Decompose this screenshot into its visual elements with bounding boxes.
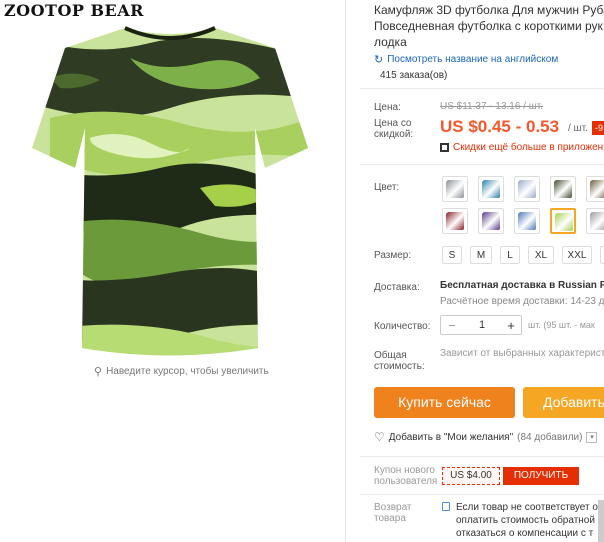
zoom-hint: ⚲ Наведите курсор, чтобы увеличить bbox=[94, 365, 269, 378]
swatch-shirt bbox=[446, 180, 464, 198]
shipping-eta: Расчётное время доставки: 14-23 д bbox=[440, 296, 604, 307]
shipping-label: Доставка: bbox=[374, 282, 420, 293]
swatch-shirt bbox=[554, 180, 572, 198]
discount-price: US $0.45 - 0.53 bbox=[440, 117, 560, 136]
label-line: пользователя bbox=[374, 476, 438, 487]
swatch-shirt bbox=[518, 212, 536, 230]
label-line: Купон нового bbox=[374, 465, 435, 476]
quantity-available: шт. (95 шт. - мак bbox=[528, 320, 595, 330]
label-line: Цена со bbox=[374, 118, 412, 129]
title-line: Камуфляж 3D футболка Для мужчин Руба bbox=[374, 3, 604, 17]
color-swatch[interactable] bbox=[442, 176, 468, 202]
translate-label: Посмотреть название на английском bbox=[387, 54, 559, 65]
color-swatch[interactable] bbox=[478, 176, 504, 202]
label-line: скидкой: bbox=[374, 129, 414, 140]
chevron-down-icon[interactable]: ▾ bbox=[586, 431, 598, 443]
column-divider bbox=[345, 0, 346, 542]
return-label: Возврат товара bbox=[374, 502, 412, 524]
title-line: лодка bbox=[374, 35, 407, 49]
magnifier-icon: ⚲ bbox=[94, 366, 103, 378]
swatch-shirt bbox=[482, 180, 500, 198]
divider bbox=[360, 494, 604, 495]
color-swatch[interactable] bbox=[586, 208, 604, 234]
app-promo-link[interactable]: Скидки ещё больше в приложен bbox=[440, 142, 603, 153]
return-line: отказаться о компенсации с т bbox=[456, 528, 594, 539]
return-policy-text: Если товар не соответствует опи оплатить… bbox=[456, 501, 604, 540]
label-line: Возврат bbox=[374, 502, 412, 513]
total-price-note: Зависит от выбранных характерист bbox=[440, 348, 604, 359]
label-line: стоимость: bbox=[374, 361, 425, 372]
return-policy-icon bbox=[442, 502, 450, 511]
color-label: Цвет: bbox=[374, 182, 400, 193]
app-promo-text: Скидки ещё больше в приложен bbox=[453, 142, 604, 153]
coupon-label: Купон нового пользователя bbox=[374, 465, 437, 487]
color-swatch[interactable] bbox=[586, 176, 604, 202]
discount-price-label: Цена со скидкой: bbox=[374, 118, 413, 140]
divider bbox=[360, 88, 604, 89]
quantity-stepper: − 1 + bbox=[440, 315, 522, 335]
swatch-shirt bbox=[590, 212, 604, 230]
discount-badge: -9 bbox=[592, 121, 604, 135]
price-unit: / шт. bbox=[568, 123, 588, 134]
heart-icon: ♡ bbox=[374, 430, 385, 444]
wishlist-count: (84 добавили) bbox=[517, 431, 583, 443]
size-option[interactable]: XL bbox=[528, 246, 554, 264]
coupon-value: US $4.00 bbox=[442, 467, 500, 485]
size-label: Размер: bbox=[374, 250, 412, 261]
add-to-cart-button[interactable]: Добавить bbox=[523, 387, 604, 418]
buy-now-button[interactable]: Купить сейчас bbox=[374, 387, 515, 418]
return-line: оплатить стоимость обратной пе bbox=[456, 515, 604, 526]
add-to-wishlist-link[interactable]: ♡ Добавить в "Мои желания" (84 добавили)… bbox=[374, 430, 598, 444]
qr-code-icon bbox=[440, 143, 449, 152]
swatch-shirt bbox=[482, 212, 500, 230]
swatch-shirt bbox=[555, 213, 573, 231]
size-option[interactable]: XXL bbox=[562, 246, 592, 264]
product-image[interactable] bbox=[30, 18, 310, 363]
size-option[interactable]: M bbox=[470, 246, 492, 264]
translate-title-link[interactable]: ↻ Посмотреть название на английском bbox=[374, 53, 558, 66]
product-details: Камуфляж 3D футболка Для мужчин Руба Пов… bbox=[360, 0, 604, 542]
swatch-shirt bbox=[518, 180, 536, 198]
quantity-label: Количество: bbox=[374, 321, 431, 332]
translate-icon: ↻ bbox=[374, 54, 384, 66]
color-swatch[interactable] bbox=[550, 208, 576, 234]
color-swatch[interactable] bbox=[442, 208, 468, 234]
color-swatch[interactable] bbox=[550, 176, 576, 202]
get-coupon-button[interactable]: ПОЛУЧИТЬ bbox=[503, 467, 579, 485]
scrollbar[interactable] bbox=[598, 500, 604, 542]
title-line: Повседневная футболка с короткими рук bbox=[374, 19, 603, 33]
wishlist-label: Добавить в "Мои желания" bbox=[388, 431, 514, 443]
swatch-shirt bbox=[446, 212, 464, 230]
swatch-shirt bbox=[590, 180, 604, 198]
size-option[interactable]: S bbox=[442, 246, 462, 264]
price-label: Цена: bbox=[374, 102, 401, 113]
size-option[interactable]: L bbox=[500, 246, 520, 264]
label-line: товара bbox=[374, 513, 406, 524]
size-option-partial[interactable] bbox=[600, 246, 604, 264]
label-line: Общая bbox=[374, 350, 407, 361]
quantity-decrease-button[interactable]: − bbox=[441, 318, 463, 333]
color-swatch[interactable] bbox=[478, 208, 504, 234]
original-price: US $11.37 - 13.16 / шт. bbox=[440, 101, 544, 112]
orders-count: 415 заказа(ов) bbox=[380, 70, 448, 81]
color-swatch[interactable] bbox=[514, 176, 540, 202]
total-label: Общая стоимость: bbox=[374, 350, 425, 372]
quantity-increase-button[interactable]: + bbox=[501, 318, 521, 333]
divider bbox=[360, 164, 604, 165]
return-line: Если товар не соответствует опи bbox=[456, 502, 604, 513]
divider bbox=[360, 456, 604, 457]
shipping-method-link[interactable]: Бесплатная доставка в Russian Fe bbox=[440, 280, 604, 291]
zoom-hint-text: Наведите курсор, чтобы увеличить bbox=[106, 366, 269, 377]
quantity-input[interactable]: 1 bbox=[463, 319, 501, 331]
product-gallery: ZOOTOP BEAR ⚲ Наведите курсор, чтобы уве… bbox=[0, 0, 345, 542]
product-title: Камуфляж 3D футболка Для мужчин Руба Пов… bbox=[374, 2, 604, 50]
color-swatch[interactable] bbox=[514, 208, 540, 234]
